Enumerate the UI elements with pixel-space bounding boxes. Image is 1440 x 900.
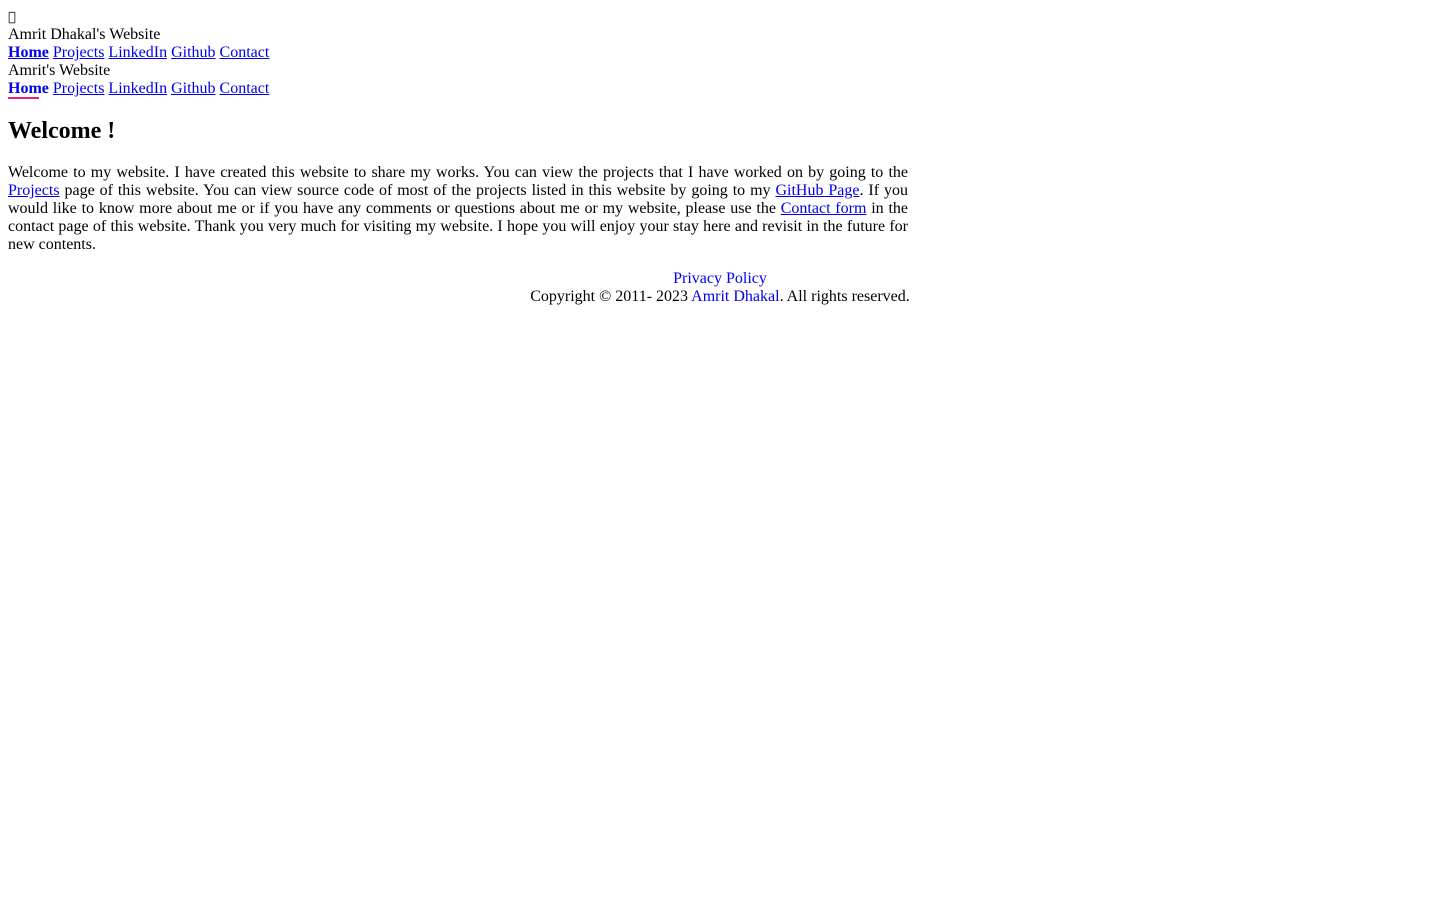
nav2-projects[interactable]: Projects — [53, 80, 105, 97]
secondary-nav: Home Projects LinkedIn Github Contact — [8, 80, 1432, 98]
page:  Amrit Dhakal's Website HomeProjectsLin… — [0, 0, 1440, 98]
page-heading: Welcome ! — [8, 118, 116, 144]
nav-contact[interactable]: Contact — [220, 44, 270, 61]
nav-github[interactable]: Github — [171, 44, 215, 61]
copyright: Copyright © 2011- 2023 Amrit Dhakal. All… — [8, 288, 1432, 306]
nav2-linkedin[interactable]: LinkedIn — [108, 80, 167, 97]
contact-form-link[interactable]: Contact form — [781, 200, 867, 217]
site-title: Amrit Dhakal's Website — [8, 26, 161, 43]
author-link[interactable]: Amrit Dhakal — [691, 288, 779, 305]
copyright-suffix: . All rights reserved. — [779, 288, 910, 305]
copyright-prefix: Copyright © 2011- 2023 — [530, 288, 692, 305]
nav-linkedin[interactable]: LinkedIn — [108, 44, 167, 61]
menu-icon[interactable]:  — [8, 9, 16, 27]
privacy-policy-link[interactable]: Privacy Policy — [8, 270, 1432, 288]
github-page-link[interactable]: GitHub Page — [775, 182, 859, 199]
paragraph-text-2: page of this website. You can view sourc… — [59, 182, 776, 199]
nav2-github[interactable]: Github — [171, 80, 215, 97]
paragraph-text-1: Welcome to my website. I have created th… — [8, 164, 908, 181]
nav2-home[interactable]: Home — [8, 80, 49, 97]
nav-projects[interactable]: Projects — [53, 44, 105, 61]
nav-home[interactable]: Home — [8, 44, 49, 61]
welcome-paragraph: Welcome to my website. I have created th… — [8, 164, 908, 254]
menu-row:  — [8, 8, 1432, 26]
projects-link[interactable]: Projects — [8, 182, 60, 199]
primary-nav: Home Projects LinkedIn Github Contact — [8, 44, 1432, 62]
footer: Privacy Policy Copyright © 2011- 2023 Am… — [8, 270, 1432, 306]
site-title-short: Amrit's Website — [8, 62, 111, 79]
nav2-contact[interactable]: Contact — [220, 80, 270, 97]
